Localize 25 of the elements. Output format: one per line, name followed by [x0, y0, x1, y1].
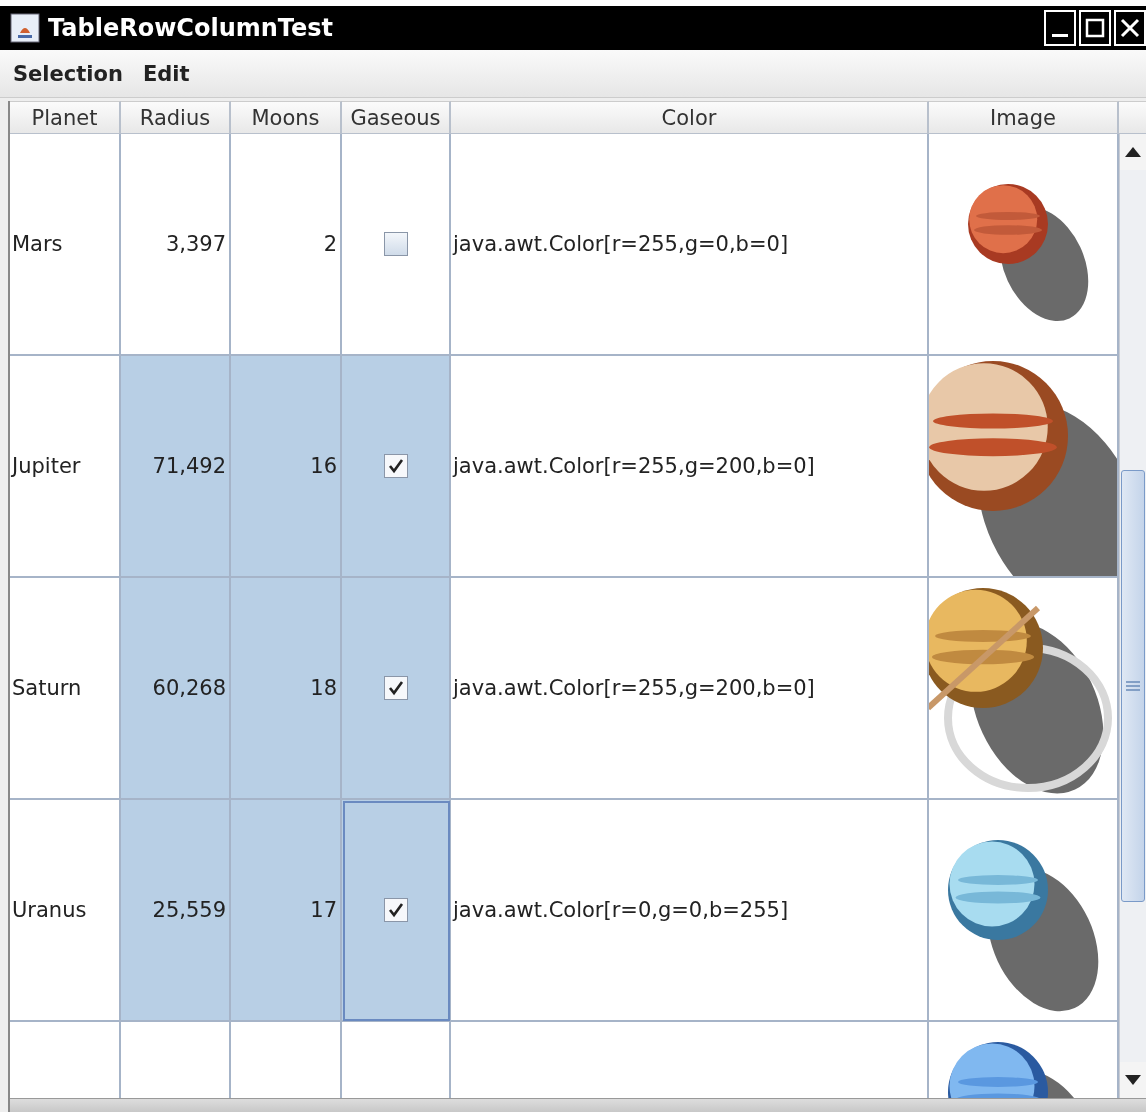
table-cell: 16: [231, 356, 342, 578]
window-title: TableRowColumnTest: [48, 14, 335, 42]
column-header[interactable]: Image: [929, 101, 1119, 134]
table-cell: 60,268: [121, 578, 231, 800]
table-cell: Uranus: [10, 800, 121, 1022]
table-cell: 71,492: [121, 356, 231, 578]
menu-item[interactable]: Selection: [8, 61, 128, 86]
table-cell: java.awt.Color[r=255,g=0,b=0]: [451, 134, 929, 356]
table-cell: java.awt.Color[r=255,g=200,b=0]: [451, 578, 929, 800]
column-header[interactable]: Planet: [10, 101, 121, 134]
column-header[interactable]: Color: [451, 101, 929, 134]
table-cell: Saturn: [10, 578, 121, 800]
column-header[interactable]: Moons: [231, 101, 342, 134]
table-cell: Mars: [10, 134, 121, 356]
table-cell: java.awt.Color[r=0,g=0,b=255]: [451, 800, 929, 1022]
table-cell: 18: [231, 578, 342, 800]
table-cell: Jupiter: [10, 356, 121, 578]
table-cell: 2: [231, 134, 342, 356]
table-cell: 3,397: [121, 134, 231, 356]
table-cell: java.awt.Color[r=255,g=200,b=0]: [451, 356, 929, 578]
table-cell: 25,559: [121, 800, 231, 1022]
column-header[interactable]: Radius: [121, 101, 231, 134]
menu-item[interactable]: Edit: [137, 61, 195, 86]
table-cell: 17: [231, 800, 342, 1022]
column-header[interactable]: Gaseous: [342, 101, 451, 134]
